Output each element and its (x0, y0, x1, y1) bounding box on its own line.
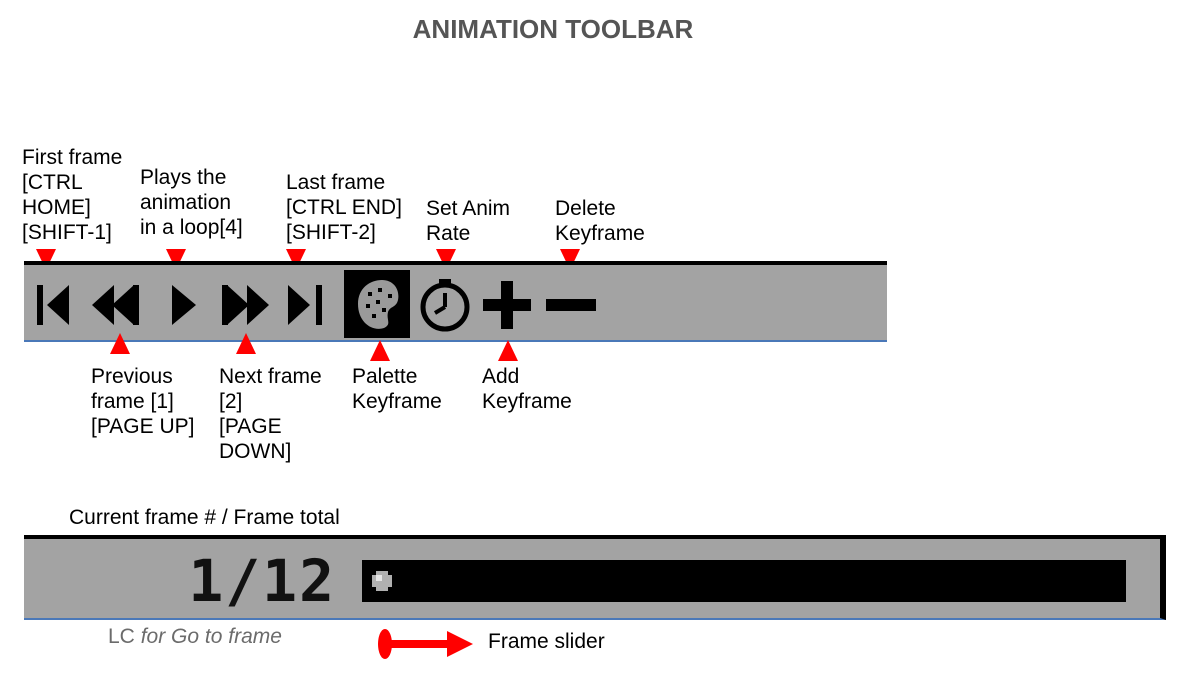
pointer-add-keyframe (498, 340, 518, 361)
label-previous-frame: Previous frame [1] [PAGE UP] (91, 365, 195, 438)
frame-counter[interactable]: 1/12 (126, 545, 336, 617)
minus-icon (546, 299, 596, 311)
set-anim-rate-button[interactable] (415, 277, 475, 333)
last-frame-button[interactable] (284, 280, 328, 330)
go-to-frame-hint: LC for Go to frame (108, 625, 282, 649)
label-play: Plays the animation in a loop[4] (140, 166, 243, 239)
frame-bar: 1/12 (24, 535, 1166, 620)
animation-toolbar (24, 261, 887, 342)
first-frame-button[interactable] (33, 280, 73, 330)
previous-frame-icon (92, 285, 139, 325)
clock-icon (420, 279, 470, 332)
hint-lc: LC (108, 625, 135, 648)
next-frame-icon (222, 285, 269, 325)
hint-text: for Go to frame (140, 625, 282, 648)
previous-frame-button[interactable] (88, 280, 142, 330)
frame-slider[interactable] (362, 560, 1126, 602)
pointer-next-frame (236, 333, 256, 354)
plus-icon (483, 281, 531, 329)
label-set-anim-rate: Set Anim Rate (426, 197, 511, 245)
first-frame-icon (37, 285, 69, 325)
frame-slider-label: Frame slider (488, 630, 605, 653)
pointer-palette-keyframe (370, 340, 390, 361)
palette-keyframe-button[interactable] (344, 270, 410, 338)
palette-keyframe-icon (344, 270, 410, 338)
play-icon (172, 285, 196, 325)
page-title: ANIMATION TOOLBAR (412, 14, 694, 44)
label-add-keyframe: Add Keyframe (482, 365, 572, 413)
next-frame-button[interactable] (219, 280, 273, 330)
label-next-frame: Next frame [2] [PAGE DOWN] (219, 365, 322, 463)
last-frame-icon (288, 285, 322, 325)
label-last-frame: Last frame [CTRL END] [SHIFT-2] (286, 171, 402, 244)
play-button[interactable] (166, 280, 202, 330)
label-first-frame: First frame [CTRL HOME] [SHIFT-1] (22, 146, 123, 244)
slider-thumb[interactable] (370, 569, 394, 593)
delete-keyframe-button[interactable] (542, 277, 600, 333)
pointer-previous-frame (110, 333, 130, 354)
frame-counter-caption: Current frame # / Frame total (69, 506, 340, 529)
add-keyframe-button[interactable] (479, 277, 535, 333)
label-delete-keyframe: Delete Keyframe (555, 197, 645, 245)
label-palette-keyframe: Palette Keyframe (352, 365, 442, 413)
double-arrow-icon (378, 629, 473, 659)
